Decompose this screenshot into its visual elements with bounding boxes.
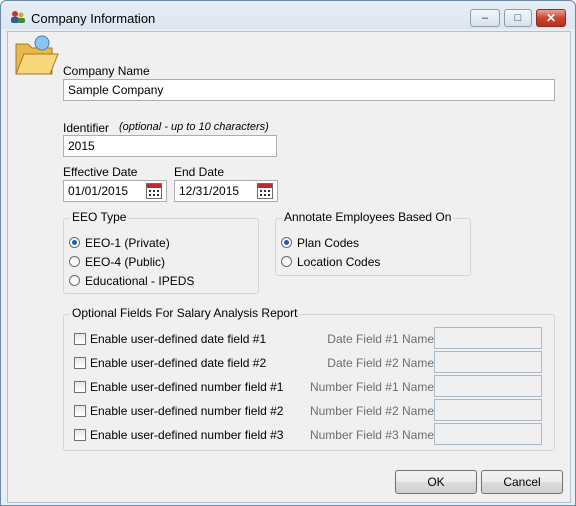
number-field-1-name-input[interactable]	[434, 375, 542, 397]
number-field-3-name-label: Number Field #3 Name	[309, 428, 434, 442]
dialog-body: Company Name Sample Company Identifier (…	[7, 31, 571, 465]
calendar-icon[interactable]	[146, 183, 162, 199]
number-field-2-name-label: Number Field #2 Name	[309, 404, 434, 418]
number-field-3-checkbox-label[interactable]: Enable user-defined number field #3	[90, 428, 283, 442]
annotate-employees-group: Annotate Employees Based On Plan Codes L…	[275, 210, 471, 276]
number-field-1-name-label: Number Field #1 Name	[309, 380, 434, 394]
eeo1-label[interactable]: EEO-1 (Private)	[85, 236, 170, 250]
date-field-2-checkbox[interactable]	[74, 357, 86, 369]
window-title: Company Information	[31, 11, 156, 26]
minimize-button[interactable]: –	[470, 9, 500, 27]
end-date-label: End Date	[174, 165, 225, 179]
effective-date-label: Effective Date	[63, 165, 138, 179]
optional-fields-group: Optional Fields For Salary Analysis Repo…	[63, 306, 555, 451]
identifier-hint: (optional - up to 10 characters)	[119, 121, 269, 133]
date-field-2-name-input[interactable]	[434, 351, 542, 373]
eeo-type-group: EEO Type EEO-1 (Private) EEO-4 (Public) …	[63, 210, 259, 294]
plan-codes-radio[interactable]	[281, 237, 292, 248]
date-field-2-name-label: Date Field #2 Name	[327, 356, 434, 370]
ipeds-radio[interactable]	[69, 275, 80, 286]
number-field-3-name-input[interactable]	[434, 423, 542, 445]
eeo-type-legend: EEO Type	[70, 210, 129, 224]
folder-open-icon	[15, 35, 59, 75]
minimize-icon: –	[481, 12, 489, 24]
maximize-button[interactable]: □	[504, 9, 532, 27]
date-field-1-name-input[interactable]	[434, 327, 542, 349]
number-field-3-checkbox[interactable]	[74, 429, 86, 441]
eeo1-radio[interactable]	[69, 237, 80, 248]
identifier-input[interactable]: 2015	[63, 135, 277, 157]
ok-button[interactable]: OK	[395, 470, 477, 494]
annotate-employees-legend: Annotate Employees Based On	[282, 210, 454, 224]
eeo4-radio[interactable]	[69, 256, 80, 267]
number-field-1-checkbox[interactable]	[74, 381, 86, 393]
number-field-2-checkbox[interactable]	[74, 405, 86, 417]
identifier-label: Identifier	[63, 121, 110, 135]
ipeds-label[interactable]: Educational - IPEDS	[85, 274, 194, 288]
number-field-2-name-input[interactable]	[434, 399, 542, 421]
number-field-2-checkbox-label[interactable]: Enable user-defined number field #2	[90, 404, 283, 418]
maximize-icon: □	[514, 12, 522, 24]
eeo4-label[interactable]: EEO-4 (Public)	[85, 255, 165, 269]
button-bar: OK Cancel	[7, 464, 571, 503]
location-codes-label[interactable]: Location Codes	[297, 255, 380, 269]
date-field-1-checkbox-label[interactable]: Enable user-defined date field #1	[90, 332, 266, 346]
company-name-input[interactable]: Sample Company	[63, 79, 555, 101]
location-codes-radio[interactable]	[281, 256, 292, 267]
date-field-2-checkbox-label[interactable]: Enable user-defined date field #2	[90, 356, 266, 370]
company-information-dialog: Company Information – □ ✕ Company Name S…	[0, 0, 576, 506]
plan-codes-label[interactable]: Plan Codes	[297, 236, 359, 250]
calendar-icon[interactable]	[257, 183, 273, 199]
close-button[interactable]: ✕	[536, 9, 566, 27]
cancel-button[interactable]: Cancel	[481, 470, 563, 494]
optional-fields-legend: Optional Fields For Salary Analysis Repo…	[70, 306, 300, 320]
close-icon: ✕	[545, 11, 557, 25]
company-name-label: Company Name	[63, 64, 150, 78]
app-people-icon	[11, 11, 25, 23]
title-bar[interactable]: Company Information – □ ✕	[1, 1, 575, 31]
date-field-1-checkbox[interactable]	[74, 333, 86, 345]
number-field-1-checkbox-label[interactable]: Enable user-defined number field #1	[90, 380, 283, 394]
date-field-1-name-label: Date Field #1 Name	[327, 332, 434, 346]
